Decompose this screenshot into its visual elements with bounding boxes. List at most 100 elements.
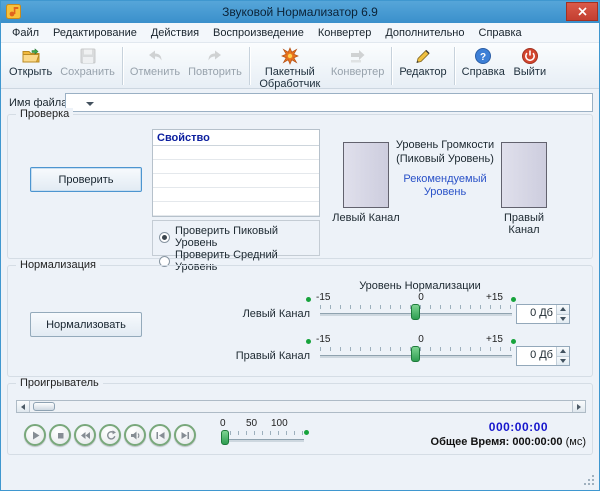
repeat-button[interactable]: [99, 424, 121, 446]
menu-file[interactable]: Файл: [5, 24, 46, 42]
player-group-title: Проигрыватель: [16, 377, 103, 389]
next-track-icon: [181, 431, 189, 439]
save-label: Сохранить: [60, 66, 115, 78]
menu-help[interactable]: Справка: [472, 24, 529, 42]
seek-bar[interactable]: [16, 400, 586, 413]
normalization-group: Нормализация Нормализовать Уровень Норма…: [7, 259, 593, 377]
menubar: Файл Редактирование Действия Воспроизвед…: [1, 23, 599, 43]
right-slider-thumb[interactable]: [411, 346, 420, 362]
volume-button[interactable]: [124, 424, 146, 446]
radio-peak-label: Проверить Пиковый Уровень: [175, 225, 279, 249]
titlebar[interactable]: Звуковой Нормализатор 6.9: [1, 1, 599, 23]
menu-edit[interactable]: Редактирование: [46, 24, 144, 42]
resize-grip[interactable]: [592, 483, 594, 485]
menu-playback[interactable]: Воспроизведение: [206, 24, 311, 42]
left-channel-meter: [343, 142, 389, 208]
volume-slider-thumb[interactable]: [221, 430, 229, 445]
previous-button[interactable]: [149, 424, 171, 446]
menu-extra[interactable]: Дополнительно: [378, 24, 471, 42]
help-button[interactable]: ? Справка: [458, 45, 509, 81]
radio-row-peak[interactable]: Проверить Пиковый Уровень: [159, 225, 313, 249]
check-mode-radiogroup: Проверить Пиковый Уровень Проверить Сред…: [152, 220, 320, 273]
volume-max-dot: [304, 430, 309, 435]
left-db-spin-buttons: [556, 305, 569, 323]
table-row: [153, 174, 319, 188]
left-db-value[interactable]: 0 Дб: [517, 305, 556, 323]
converter-label: Конвертер: [330, 66, 385, 78]
seek-left-button[interactable]: [17, 401, 30, 412]
play-icon: [32, 431, 39, 439]
volume-slider-track[interactable]: [222, 439, 304, 442]
right-db-up-button[interactable]: [557, 347, 569, 356]
right-db-value[interactable]: 0 Дб: [517, 347, 556, 365]
right-channel-meter: [501, 142, 547, 208]
table-row: [153, 146, 319, 160]
save-button[interactable]: Сохранить: [56, 45, 119, 81]
seek-right-button[interactable]: [572, 401, 585, 412]
save-floppy-icon: [79, 47, 97, 65]
play-button[interactable]: [24, 424, 46, 446]
chevron-down-icon[interactable]: [86, 102, 94, 106]
undo-icon: [146, 47, 164, 65]
left-scale-mid: 0: [418, 292, 424, 303]
open-folder-icon: [22, 47, 40, 65]
filename-combobox[interactable]: [65, 93, 593, 112]
right-scale-min: -15: [316, 334, 331, 345]
left-db-down-button[interactable]: [557, 313, 569, 323]
property-table-header[interactable]: Свойство: [153, 130, 319, 146]
redo-button[interactable]: Повторить: [184, 45, 246, 81]
check-button-label: Проверить: [58, 173, 114, 186]
volume-slider-ticks: [222, 431, 303, 435]
right-db-spinner[interactable]: 0 Дб: [516, 346, 570, 366]
table-row: [153, 188, 319, 202]
app-window: Звуковой Нормализатор 6.9 Файл Редактиро…: [0, 0, 600, 491]
player-group: Проигрыватель 0 50 100 000:00:00 Общее В…: [7, 377, 593, 455]
normalize-button[interactable]: Нормализовать: [30, 312, 142, 337]
converter-button[interactable]: Конвертер: [327, 45, 388, 81]
right-db-down-button[interactable]: [557, 355, 569, 365]
svg-text:?: ?: [480, 52, 486, 63]
left-db-spinner[interactable]: 0 Дб: [516, 304, 570, 324]
left-db-up-button[interactable]: [557, 305, 569, 314]
left-scale-dot-max: [511, 297, 516, 302]
check-group: Проверка Проверить Свойство Уровень Гром…: [7, 108, 593, 273]
recommended-level-link[interactable]: Рекомендуемый: [392, 173, 498, 187]
editor-pencil-icon: [414, 47, 432, 65]
menu-actions[interactable]: Действия: [144, 24, 206, 42]
recommended-level-link-line2[interactable]: Уровень: [392, 186, 498, 200]
window-title: Звуковой Нормализатор 6.9: [222, 5, 378, 19]
left-slider-thumb[interactable]: [411, 304, 420, 320]
radio-peak-level[interactable]: [159, 231, 170, 243]
exit-button[interactable]: Выйти: [509, 45, 551, 81]
next-button[interactable]: [174, 424, 196, 446]
right-scale-dot-max: [511, 339, 516, 344]
stop-button[interactable]: [49, 424, 71, 446]
editor-label: Редактор: [399, 66, 447, 78]
stop-icon: [57, 432, 63, 438]
undo-button[interactable]: Отменить: [126, 45, 184, 81]
normalization-group-title: Нормализация: [16, 259, 100, 271]
batch-processor-icon: [280, 47, 299, 65]
check-button[interactable]: Проверить: [30, 167, 142, 192]
seek-thumb[interactable]: [33, 402, 55, 411]
normalization-level-title: Уровень Нормализации: [359, 280, 481, 292]
editor-button[interactable]: Редактор: [395, 45, 450, 81]
repeat-icon: [106, 429, 116, 440]
normalize-button-label: Нормализовать: [46, 318, 126, 331]
right-scale-dot-min: [306, 339, 311, 344]
property-table: Свойство: [152, 129, 320, 217]
toolbar-separator: [121, 47, 123, 85]
rewind-button[interactable]: [74, 424, 96, 446]
undo-label: Отменить: [129, 66, 181, 78]
close-button[interactable]: [566, 2, 598, 21]
left-scale-max: +15: [486, 292, 503, 303]
open-button[interactable]: Открыть: [5, 45, 56, 81]
exit-label: Выйти: [513, 66, 547, 78]
right-scale-max: +15: [486, 334, 503, 345]
volume-scale-50: 50: [246, 418, 258, 429]
close-icon: [577, 7, 587, 16]
batch-processor-button[interactable]: Пакетный Обработчик: [253, 45, 327, 92]
volume-scale-100: 100: [271, 418, 288, 429]
table-row: [153, 160, 319, 174]
menu-converter[interactable]: Конвертер: [311, 24, 378, 42]
